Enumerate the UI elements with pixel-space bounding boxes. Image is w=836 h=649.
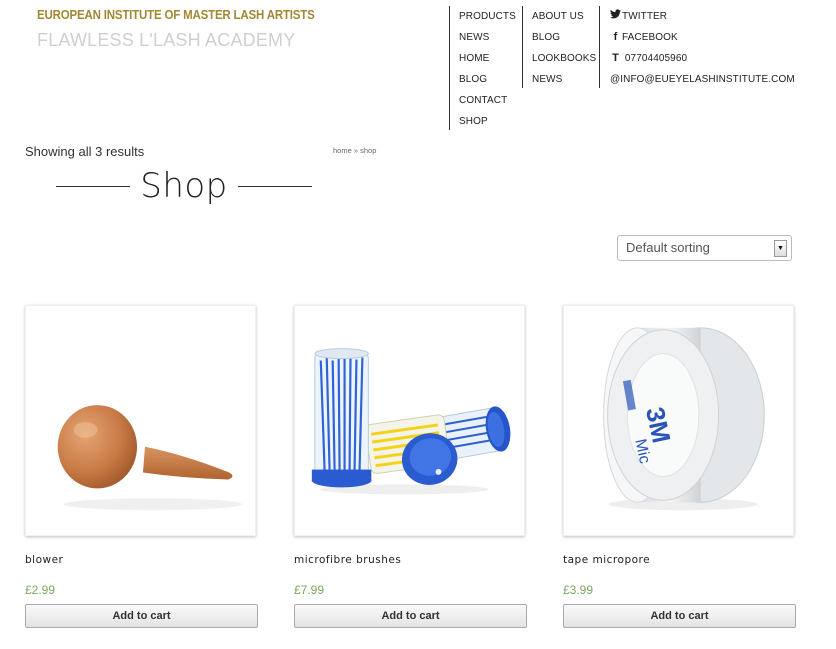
nav-contact[interactable]: CONTACT <box>459 90 516 111</box>
nav-news-2[interactable]: NEWS <box>532 69 596 90</box>
nav-home[interactable]: HOME <box>459 48 516 69</box>
nav-lookbooks[interactable]: LOOKBOOKS <box>532 48 596 69</box>
main-nav-column-2: ABOUT US BLOG LOOKBOOKS NEWS <box>522 6 596 88</box>
facebook-label: FACEBOOK <box>622 32 678 43</box>
nav-blog-2[interactable]: BLOG <box>532 27 596 48</box>
telephone-t-icon: T <box>612 52 619 64</box>
product-name[interactable]: blower <box>25 554 258 566</box>
product-image-blower[interactable] <box>25 305 256 536</box>
nav-shop[interactable]: SHOP <box>459 111 516 132</box>
main-nav-column-1: PRODUCTS NEWS HOME BLOG CONTACT SHOP <box>449 6 516 130</box>
nav-about-us[interactable]: ABOUT US <box>532 6 596 27</box>
logo-bottom-line[interactable]: FLAWLESS L'LASH ACADEMY <box>37 30 295 51</box>
phone-number: 07704405960 <box>624 53 688 64</box>
add-to-cart-button[interactable]: Add to cart <box>563 604 796 628</box>
title-rule-right <box>237 185 313 187</box>
twitter-bird-icon <box>610 6 621 27</box>
nav-products[interactable]: PRODUCTS <box>459 6 516 27</box>
result-count: Showing all 3 results <box>25 144 145 159</box>
product-name[interactable]: tape micropore <box>563 554 796 566</box>
facebook-f-icon: f <box>613 31 618 43</box>
social-contact-column: TWITTER f FACEBOOK T 07704405960 @INFO@E… <box>599 6 795 88</box>
twitter-link[interactable]: TWITTER <box>610 6 795 27</box>
sort-selected-value: Default sorting <box>626 240 710 255</box>
email-link[interactable]: @INFO@EUEYELASHINSTITUTE.COM <box>610 69 795 90</box>
page-title: Shop <box>140 166 228 206</box>
product-card: microfibre brushes £7.99 Add to cart <box>294 305 527 628</box>
sort-dropdown[interactable]: Default sorting ▼ <box>617 235 792 261</box>
product-price: £3.99 <box>563 583 594 597</box>
logo-top-line[interactable]: EUROPEAN INSTITUTE OF MASTER LASH ARTIST… <box>37 8 315 22</box>
phone-contact: T 07704405960 <box>610 48 795 69</box>
title-rule-left <box>56 185 131 187</box>
breadcrumb[interactable]: home » shop <box>333 146 376 155</box>
product-name[interactable]: microfibre brushes <box>294 554 527 566</box>
twitter-label: TWITTER <box>622 11 668 22</box>
product-image-microfibre-brushes[interactable] <box>294 305 525 536</box>
add-to-cart-button[interactable]: Add to cart <box>294 604 527 628</box>
nav-blog[interactable]: BLOG <box>459 69 516 90</box>
product-image-tape-micropore[interactable]: 3M Mic <box>563 305 794 536</box>
product-price: £7.99 <box>294 583 325 597</box>
product-card: blower £2.99 Add to cart <box>25 305 258 628</box>
facebook-link[interactable]: f FACEBOOK <box>610 27 795 48</box>
add-to-cart-button[interactable]: Add to cart <box>25 604 258 628</box>
product-card: 3M Mic tape micropore £3.99 Add to cart <box>563 305 796 628</box>
product-price: £2.99 <box>25 583 56 597</box>
page-title-block: Shop <box>56 164 313 208</box>
nav-news[interactable]: NEWS <box>459 27 516 48</box>
chevron-down-icon[interactable]: ▼ <box>774 240 787 257</box>
